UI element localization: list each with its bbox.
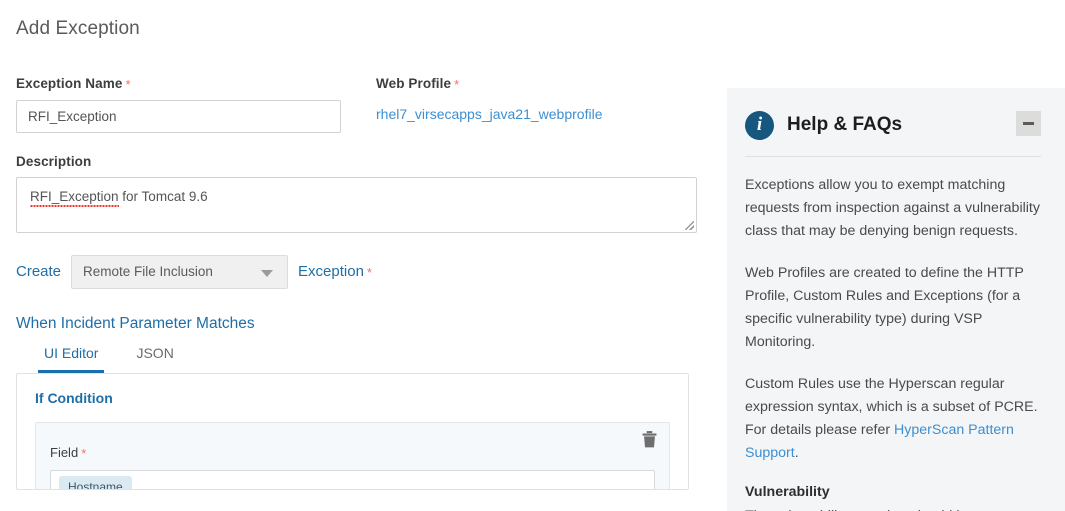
matcher-tabs: UI Editor JSON: [16, 345, 711, 373]
main-form-area: Add Exception Exception Name* Web Profil…: [0, 0, 727, 511]
if-condition-title: If Condition: [35, 389, 113, 406]
name-and-profile-row: Exception Name* Web Profile* rhel7_virse…: [16, 76, 711, 133]
vulnerability-type-value: Remote File Inclusion: [83, 264, 213, 280]
help-subheading-vulnerability: Vulnerability: [745, 484, 830, 500]
description-value: RFI_Exception for Tomcat 9.6: [30, 188, 208, 207]
help-header: i Help & FAQs: [745, 108, 1041, 142]
required-asterisk: *: [454, 76, 460, 92]
exception-suffix-text: Exception: [298, 263, 364, 281]
help-paragraph-custom-rules: Custom Rules use the Hyperscan regular e…: [745, 373, 1041, 465]
required-asterisk: *: [81, 446, 87, 461]
description-label: Description: [16, 153, 92, 169]
description-textarea[interactable]: RFI_Exception for Tomcat 9.6: [16, 176, 697, 233]
web-profile-link[interactable]: rhel7_virsecapps_java21_webprofile: [376, 106, 602, 122]
help-paragraph-vulnerability: The vulnerability type that should be: [745, 505, 1041, 511]
trash-icon[interactable]: [642, 431, 657, 448]
exception-name-group: Exception Name *: [16, 76, 358, 133]
create-prefix-label: Create: [16, 263, 62, 281]
exception-suffix-label: Exception *: [298, 263, 372, 280]
minimize-bar: [1023, 122, 1034, 125]
help-title: Help & FAQs: [787, 114, 903, 135]
web-profile-label-text: Web Profile: [376, 76, 452, 91]
tab-json[interactable]: JSON: [130, 345, 179, 373]
description-group: Description RFI_Exception for Tomcat 9.6: [16, 154, 711, 233]
exception-name-label: Exception Name *: [16, 76, 358, 92]
if-condition-panel: If Condition Field * Hostname: [16, 372, 689, 490]
description-rest: for Tomcat 9.6: [118, 188, 208, 204]
resize-handle-icon[interactable]: [685, 220, 694, 230]
field-chip[interactable]: Hostname: [59, 476, 132, 489]
page-title: Add Exception: [16, 18, 140, 39]
exception-name-label-text: Exception Name: [16, 76, 123, 91]
required-asterisk: *: [125, 76, 131, 92]
matcher-section-title: When Incident Parameter Matches: [16, 314, 255, 332]
help-faqs-panel: i Help & FAQs Exceptions allow you to ex…: [727, 88, 1065, 511]
field-label: Field *: [50, 445, 655, 461]
vulnerability-type-select[interactable]: Remote File Inclusion: [71, 254, 289, 289]
add-exception-page: Add Exception Exception Name* Web Profil…: [0, 0, 1065, 511]
info-icon: i: [745, 110, 774, 140]
custom-rules-text-after: .: [794, 445, 799, 461]
exception-name-input[interactable]: [16, 99, 341, 133]
tab-ui-editor[interactable]: UI Editor: [38, 345, 105, 373]
help-paragraph-web-profiles: Web Profiles are created to define the H…: [745, 265, 1024, 350]
web-profile-label: Web Profile *: [376, 76, 602, 92]
minimize-icon[interactable]: [1016, 111, 1041, 136]
web-profile-group: Web Profile * rhel7_virsecapps_java21_web…: [376, 76, 602, 124]
chevron-down-icon: [261, 269, 274, 277]
help-paragraph-exceptions: Exceptions allow you to exempt matching …: [745, 177, 1040, 239]
create-exception-row: Create Remote File Inclusion Exception *: [16, 254, 711, 289]
help-divider: [745, 156, 1041, 157]
condition-row: Field * Hostname: [35, 421, 670, 489]
field-chips-input[interactable]: Hostname: [50, 470, 655, 489]
misspelled-word: RFI_Exception: [30, 188, 119, 207]
field-label-text: Field: [50, 444, 79, 460]
required-asterisk: *: [366, 264, 372, 280]
